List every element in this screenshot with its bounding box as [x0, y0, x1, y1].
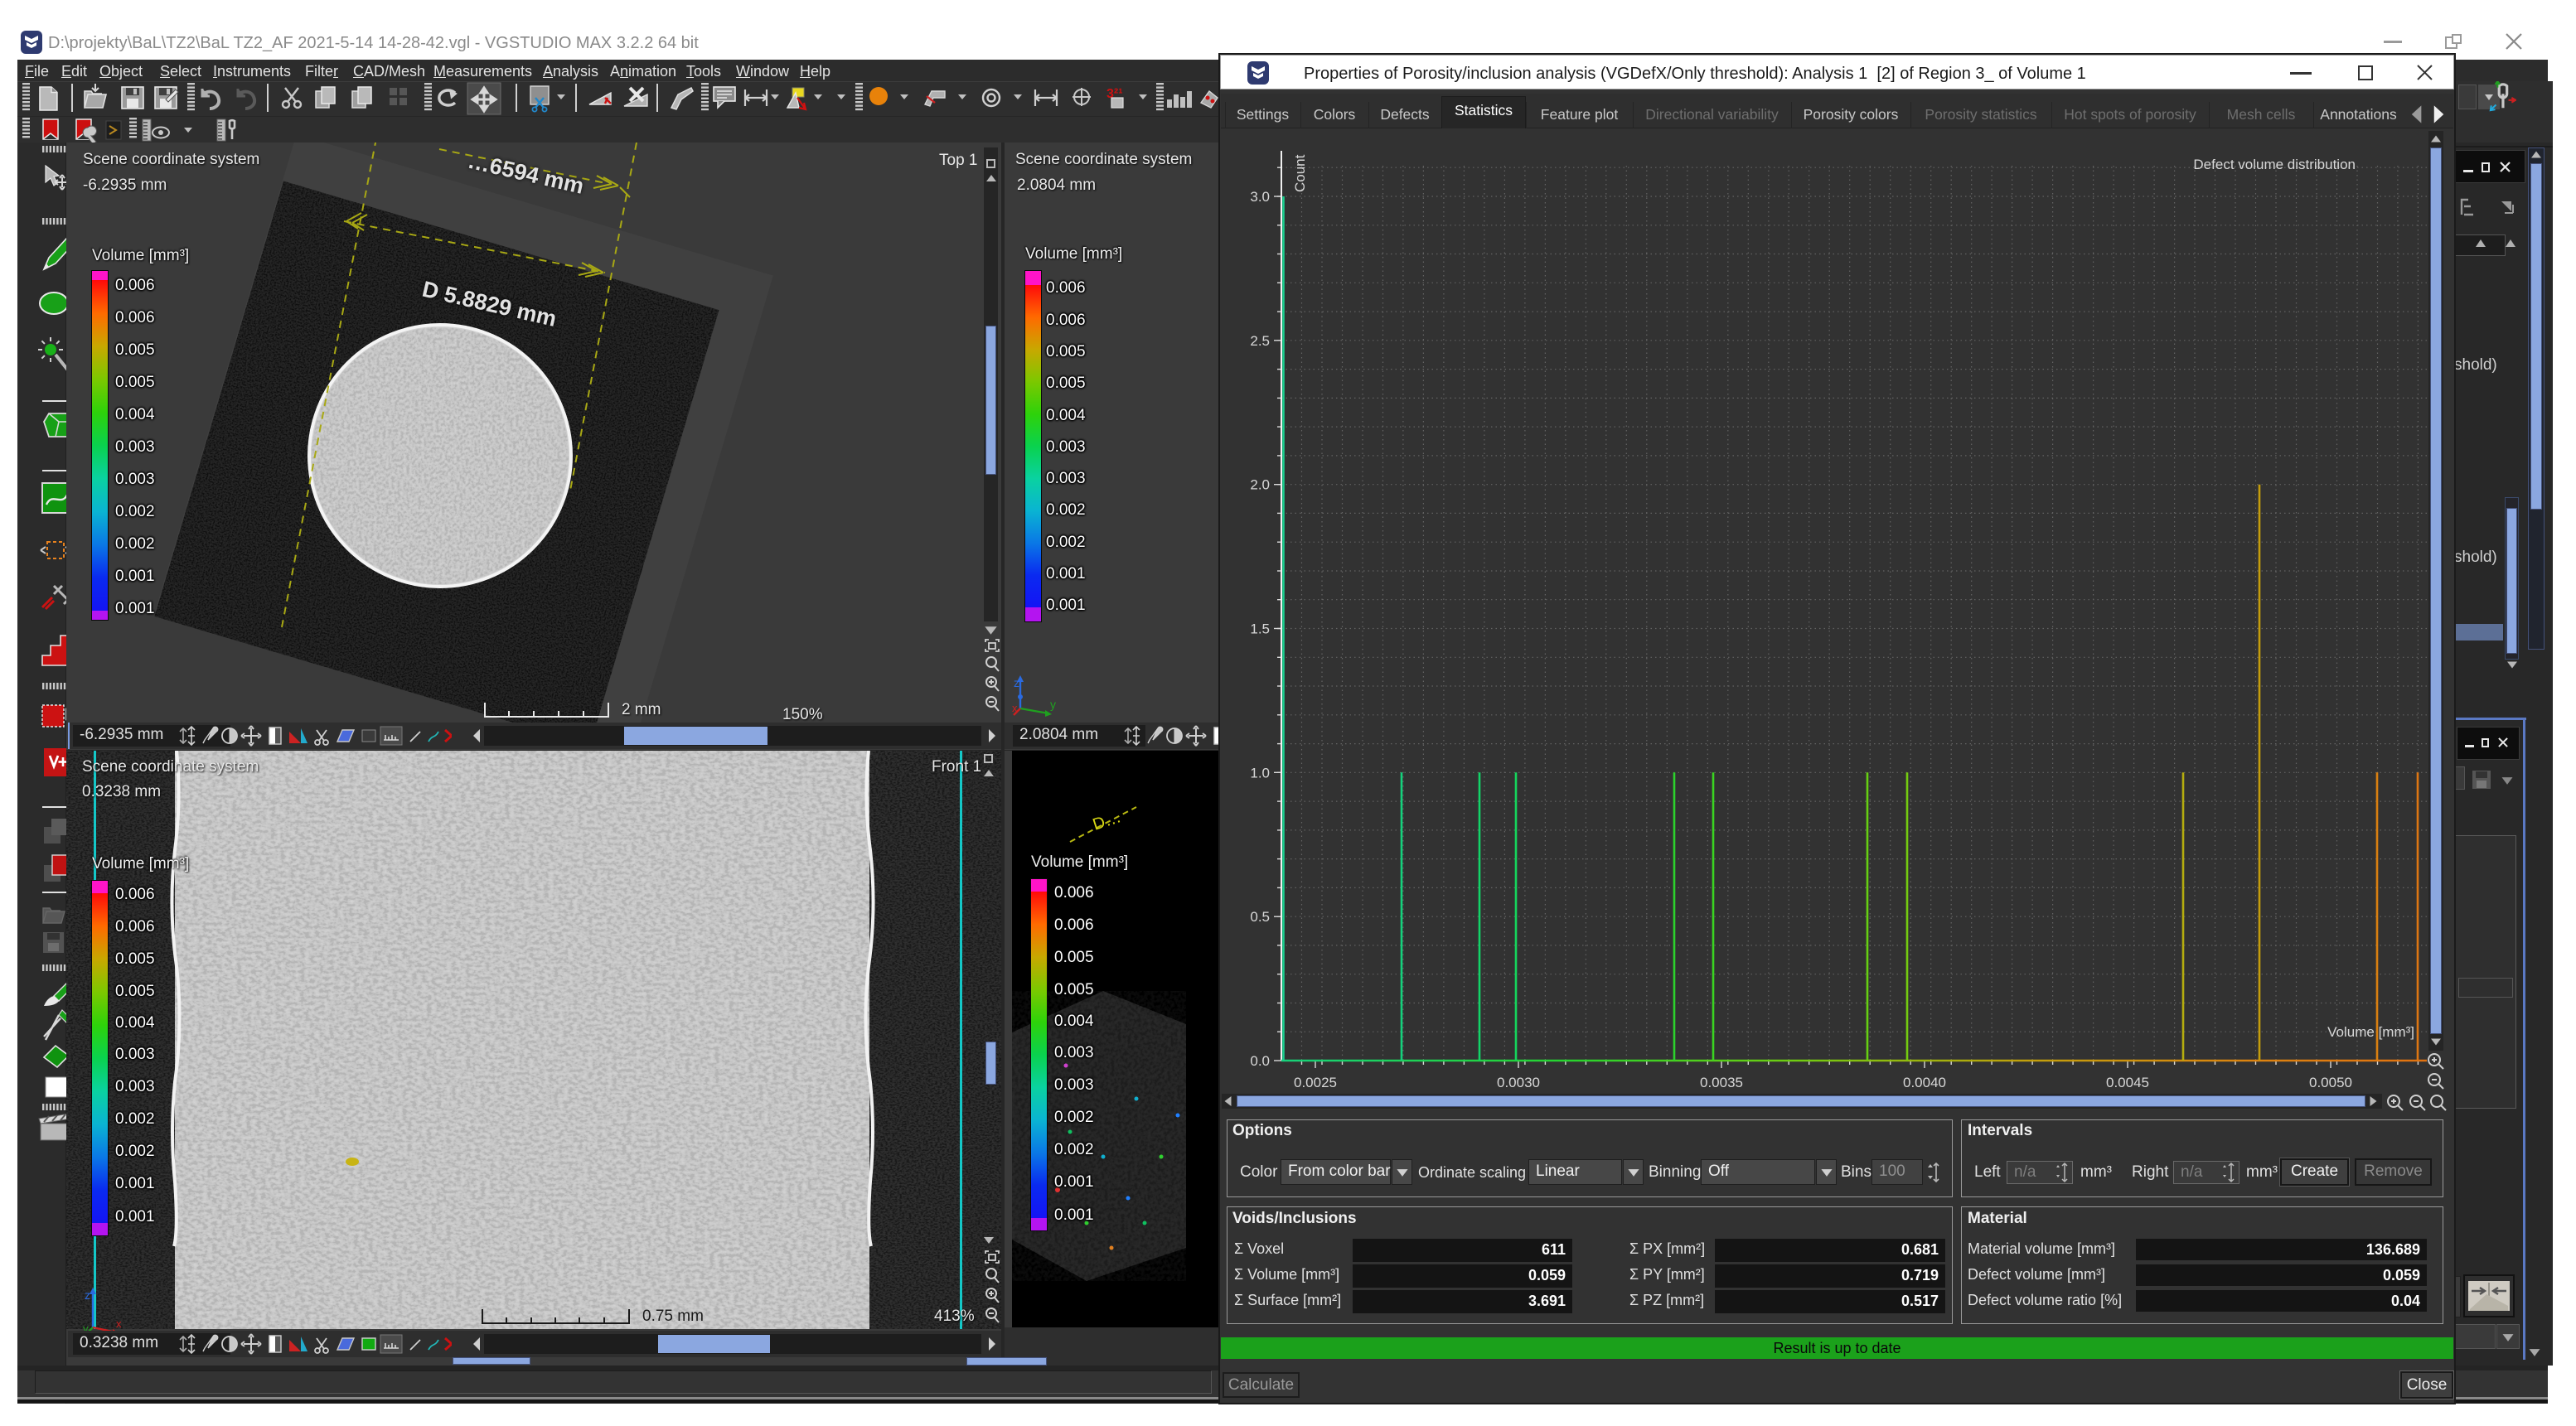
svg-text:0.0: 0.0	[1250, 1053, 1270, 1069]
svg-text:z: z	[1014, 676, 1019, 689]
svg-text:Count: Count	[1292, 154, 1308, 192]
svg-text:y: y	[1050, 698, 1056, 711]
svg-text:Defect volume distribution: Defect volume distribution	[2193, 157, 2356, 172]
svg-text:D…: D…	[1091, 808, 1124, 834]
svg-text:0.0045: 0.0045	[2106, 1075, 2149, 1090]
svg-text:0.0040: 0.0040	[1903, 1075, 1946, 1090]
svg-text:0.0035: 0.0035	[1700, 1075, 1743, 1090]
svg-text:0.0030: 0.0030	[1497, 1075, 1540, 1090]
svg-text:1.0: 1.0	[1250, 765, 1270, 781]
svg-text:Volume [mm³]: Volume [mm³]	[2327, 1024, 2414, 1040]
svg-text:x: x	[1012, 702, 1018, 714]
svg-text:2.5: 2.5	[1250, 333, 1270, 349]
svg-text:3.0: 3.0	[1250, 189, 1270, 205]
svg-text:0.5: 0.5	[1250, 909, 1270, 925]
svg-text:z: z	[85, 1288, 90, 1302]
svg-text:0.0050: 0.0050	[2309, 1075, 2352, 1090]
svg-text:2.0: 2.0	[1250, 477, 1270, 493]
svg-text:0.0025: 0.0025	[1294, 1075, 1337, 1090]
svg-text:1.5: 1.5	[1250, 621, 1270, 637]
svg-text:x: x	[116, 1317, 122, 1330]
